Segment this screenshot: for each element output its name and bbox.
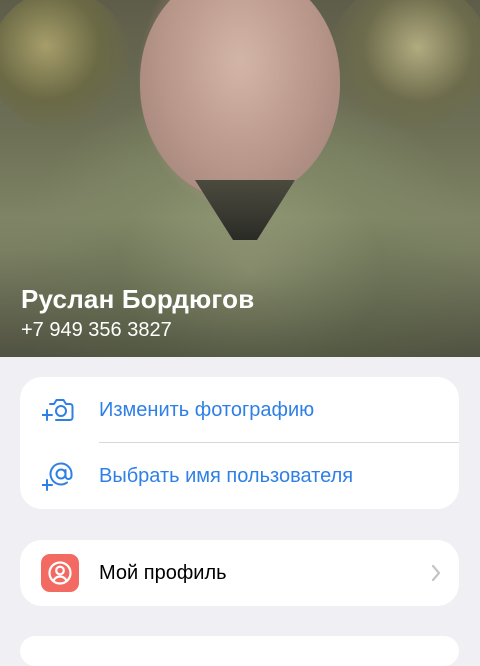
next-card-partial [20,636,459,666]
profile-name: Руслан Бордюгов [21,284,255,314]
photo-background-right [330,0,480,130]
profile-photo: Руслан Бордюгов +7 949 356 3827 [0,0,480,357]
profile-actions-card: Изменить фотографию Выбрать имя пользова… [20,377,459,509]
choose-username-label: Выбрать имя пользователя [99,464,354,487]
person-icon [41,554,79,592]
my-profile-label: Мой профиль [99,561,227,584]
photo-background-left [0,0,130,130]
photo-face [140,0,340,200]
my-profile-row[interactable]: Мой профиль [20,540,459,606]
at-sign-icon [42,459,76,493]
chevron-right-icon [431,564,441,582]
profile-phone: +7 949 356 3827 [21,319,172,341]
change-photo-row[interactable]: Изменить фотографию [20,377,459,443]
my-profile-card: Мой профиль [20,540,459,606]
add-photo-icon [42,393,76,427]
choose-username-row[interactable]: Выбрать имя пользователя [20,443,459,509]
change-photo-label: Изменить фотографию [99,398,315,421]
